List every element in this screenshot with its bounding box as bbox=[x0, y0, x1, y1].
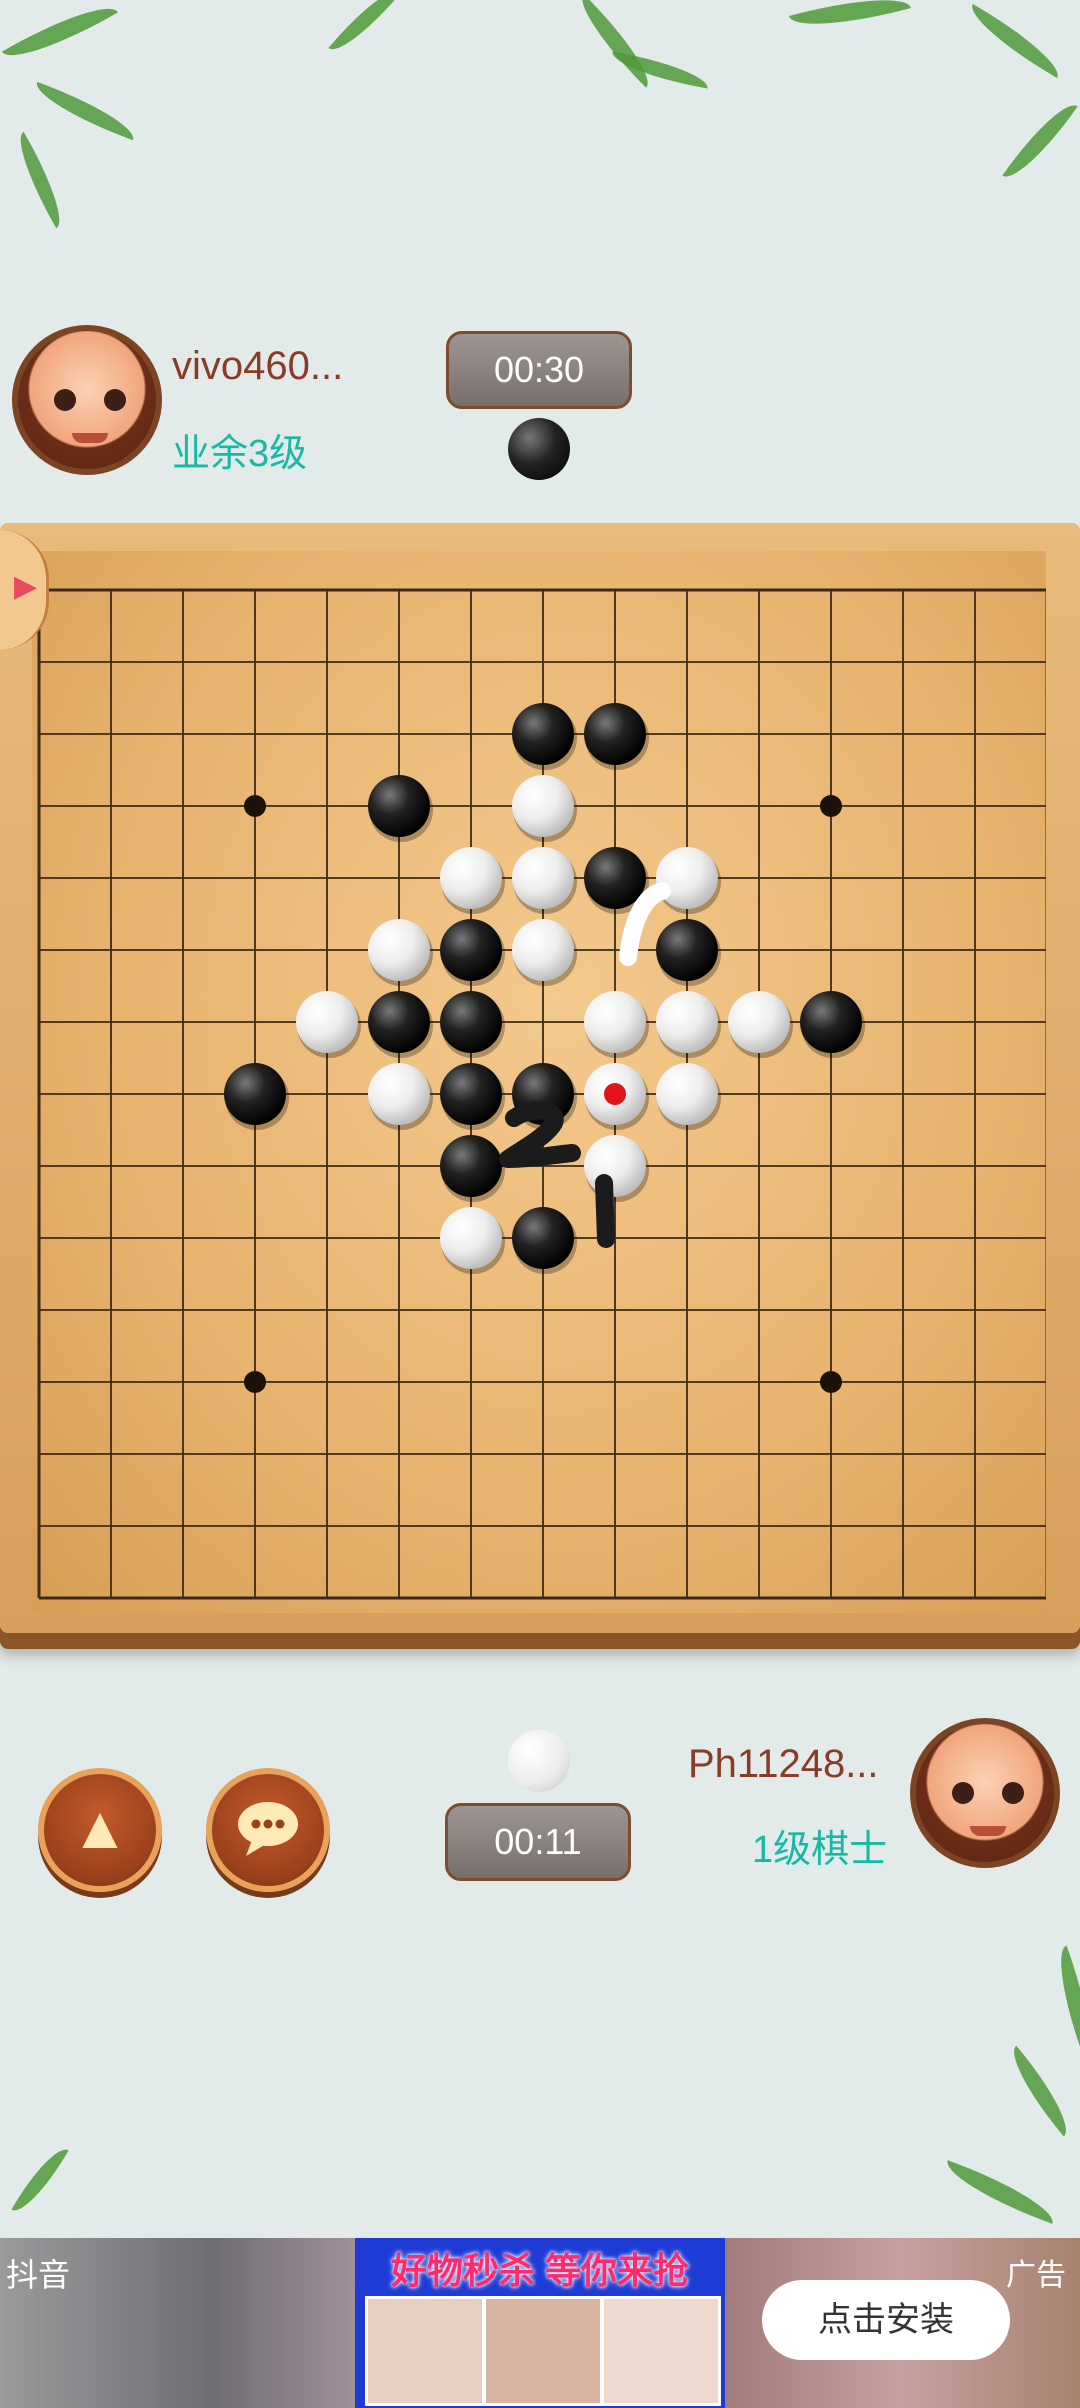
white-stone[interactable] bbox=[512, 919, 574, 981]
gomoku-board-frame bbox=[0, 523, 1080, 1633]
black-stone[interactable] bbox=[224, 1063, 286, 1125]
white-stone[interactable] bbox=[440, 1207, 502, 1269]
player-avatar[interactable] bbox=[910, 1718, 1060, 1868]
opponent-stone-indicator bbox=[508, 418, 570, 480]
bamboo-leaf-decoration bbox=[999, 2045, 1080, 2137]
star-point bbox=[244, 1371, 266, 1393]
black-stone[interactable] bbox=[584, 847, 646, 909]
avatar-eye bbox=[952, 1782, 974, 1804]
bamboo-leaf-decoration bbox=[2, 0, 118, 73]
opponent-timer: 00:30 bbox=[446, 331, 632, 409]
avatar-eye bbox=[104, 389, 126, 411]
bamboo-leaf-decoration bbox=[328, 0, 402, 61]
star-point bbox=[820, 795, 842, 817]
bamboo-leaf-decoration bbox=[609, 51, 711, 89]
black-stone[interactable] bbox=[440, 991, 502, 1053]
ad-product-photo bbox=[601, 2296, 721, 2406]
ad-product-photo bbox=[365, 2296, 485, 2406]
black-stone[interactable] bbox=[800, 991, 862, 1053]
bamboo-leaf-decoration bbox=[29, 81, 141, 141]
white-stone[interactable] bbox=[368, 919, 430, 981]
bamboo-leaf-decoration bbox=[788, 0, 912, 40]
bamboo-leaf-decoration bbox=[1002, 93, 1078, 189]
player-timer: 00:11 bbox=[445, 1803, 631, 1881]
last-move-marker bbox=[604, 1083, 626, 1105]
ad-left-image: 抖音 bbox=[0, 2238, 355, 2408]
bamboo-leaf-decoration bbox=[1045, 1945, 1080, 2057]
black-stone[interactable] bbox=[368, 991, 430, 1053]
board-grid[interactable] bbox=[32, 551, 1046, 1613]
annotation-stroke bbox=[595, 1174, 615, 1248]
ad-label: 广告 bbox=[1006, 2259, 1066, 2292]
avatar-eye bbox=[1002, 1782, 1024, 1804]
player-name: Ph11248... bbox=[688, 1742, 879, 1786]
black-stone[interactable] bbox=[512, 1207, 574, 1269]
bamboo-leaf-decoration bbox=[11, 2140, 69, 2220]
white-stone[interactable] bbox=[584, 991, 646, 1053]
white-stone[interactable] bbox=[656, 1063, 718, 1125]
opponent-avatar[interactable] bbox=[12, 325, 162, 475]
opponent-name: vivo460... bbox=[172, 344, 344, 388]
annotation-stroke bbox=[499, 1101, 581, 1168]
bamboo-leaf-decoration bbox=[568, 0, 662, 88]
avatar-mouth bbox=[72, 433, 108, 443]
black-stone[interactable] bbox=[440, 919, 502, 981]
ad-brand-label: 抖音 bbox=[6, 2257, 71, 2293]
chat-bubble-icon bbox=[238, 1802, 298, 1856]
black-stone[interactable] bbox=[440, 1063, 502, 1125]
star-point bbox=[820, 1371, 842, 1393]
avatar-eye bbox=[54, 389, 76, 411]
bamboo-leaf-decoration bbox=[6, 131, 74, 229]
black-stone[interactable] bbox=[656, 919, 718, 981]
chat-button[interactable] bbox=[206, 1768, 330, 1892]
white-stone[interactable] bbox=[512, 847, 574, 909]
install-button[interactable]: 点击安装 bbox=[762, 2280, 1010, 2360]
white-stone[interactable] bbox=[368, 1063, 430, 1125]
black-stone[interactable] bbox=[368, 775, 430, 837]
gomoku-board[interactable] bbox=[32, 551, 1046, 1613]
opponent-rank: 业余3级 bbox=[172, 433, 308, 475]
white-stone[interactable] bbox=[728, 991, 790, 1053]
white-stone[interactable] bbox=[584, 1135, 646, 1197]
bamboo-leaf-decoration bbox=[961, 3, 1069, 79]
black-stone[interactable] bbox=[512, 703, 574, 765]
player-stone-indicator bbox=[508, 1730, 570, 1792]
white-stone[interactable] bbox=[656, 991, 718, 1053]
star-point bbox=[244, 795, 266, 817]
bamboo-leaf-decoration bbox=[939, 2160, 1061, 2224]
ad-center-image[interactable]: 好物秒杀 等你来抢 bbox=[355, 2238, 725, 2408]
player-rank: 1级棋士 bbox=[752, 1829, 888, 1871]
chevron-right-icon: ▶ bbox=[14, 570, 38, 603]
ad-product-photo bbox=[483, 2296, 603, 2406]
white-stone[interactable] bbox=[512, 775, 574, 837]
ad-banner-text: 好物秒杀 等你来抢 bbox=[390, 2250, 689, 2291]
undo-button[interactable]: ▲ bbox=[38, 1768, 162, 1892]
white-stone[interactable] bbox=[440, 847, 502, 909]
undo-arrow-icon: ▲ bbox=[70, 1794, 130, 1861]
avatar-mouth bbox=[970, 1826, 1006, 1836]
black-stone[interactable] bbox=[440, 1135, 502, 1197]
white-stone[interactable] bbox=[656, 847, 718, 909]
white-stone[interactable] bbox=[296, 991, 358, 1053]
black-stone[interactable] bbox=[584, 703, 646, 765]
